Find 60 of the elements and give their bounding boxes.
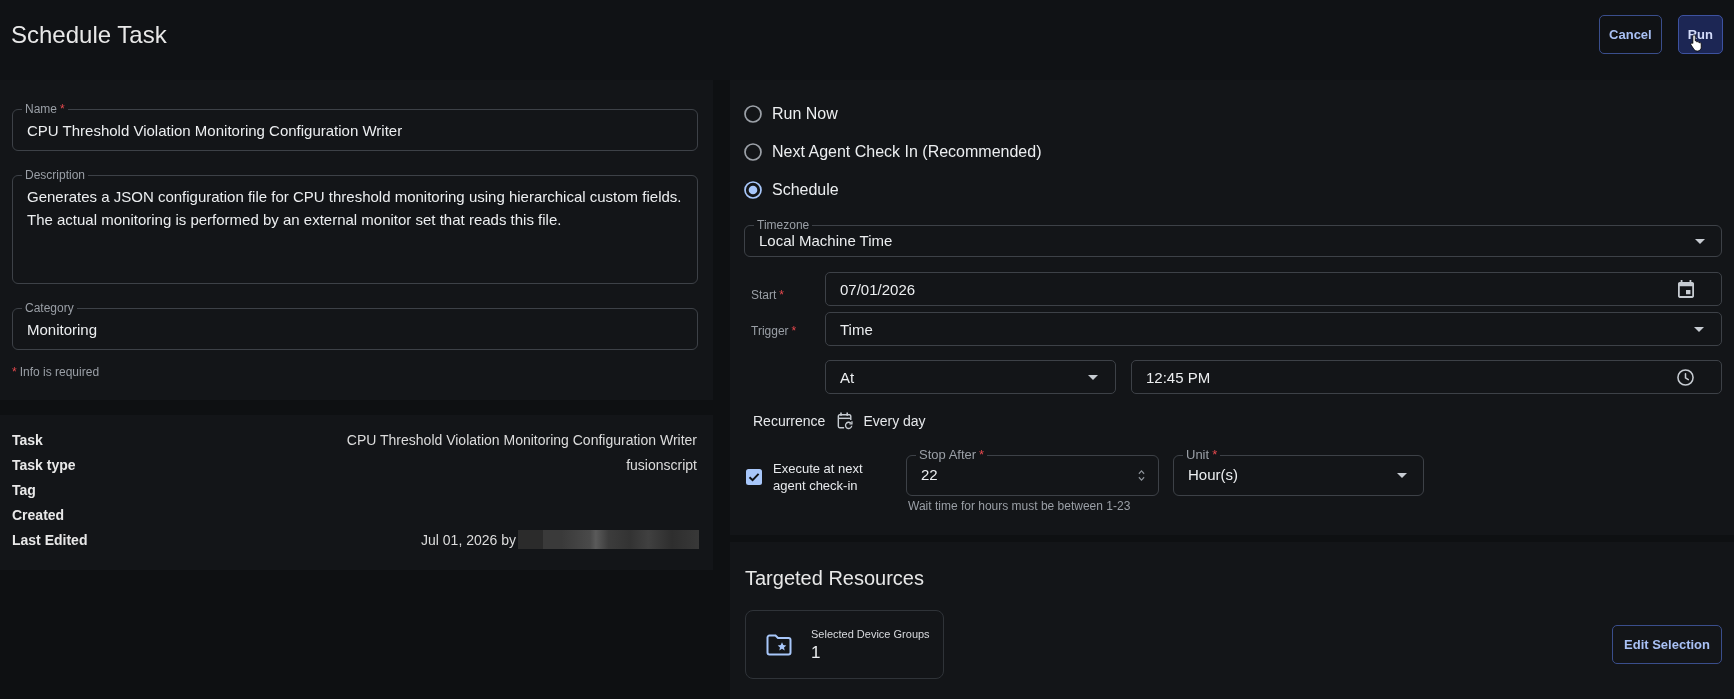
detail-label: Last Edited (12, 531, 88, 548)
field-label: Unit (1186, 447, 1210, 462)
required-mark: * (779, 288, 784, 302)
field-label: Trigger (751, 324, 789, 338)
radio-button[interactable] (744, 105, 762, 123)
radio-label[interactable]: Run Now (772, 105, 838, 123)
field-label: Stop After (919, 447, 977, 462)
timezone-dropdown[interactable]: Timezone Local Machine Time (744, 218, 1722, 257)
field-label: Category (25, 301, 74, 315)
required-mark: * (12, 364, 17, 380)
radio-label[interactable]: Schedule (772, 181, 839, 199)
calendar-refresh-icon (837, 412, 854, 430)
caret-icon (1397, 472, 1407, 478)
field-label: Description (25, 168, 86, 182)
folder-star-icon (766, 633, 792, 656)
recurrence-label: Recurrence (753, 413, 826, 429)
radio-button[interactable] (744, 181, 762, 199)
number-field[interactable]: Stop After * 22 (906, 448, 1159, 496)
section-title: Targeted Resources (745, 566, 925, 590)
date-field[interactable]: 07/01/2026 (825, 272, 1722, 306)
text-field[interactable]: Name * CPU Threshold Violation Monitoring Configuration Writer (12, 102, 698, 151)
detail-label: Created (12, 506, 65, 523)
helper-text: Wait time for hours must be between 1-23 (907, 499, 1132, 513)
checkbox[interactable] (746, 469, 762, 485)
resource-card[interactable]: Selected Device Groups 1 (745, 610, 944, 679)
textarea-field[interactable]: Description Generates a JSON configuration file for CPU threshold monitoring using hierarchical custom fields. The actual monitoring is performed by an external monitor set that reads this file. (12, 168, 698, 284)
outlined-button[interactable]: Cancel (1599, 15, 1662, 54)
trigger-dropdown[interactable]: Time (825, 312, 1722, 346)
calendar-icon[interactable] (1678, 280, 1694, 298)
card-label: Selected Device Groups (811, 626, 930, 641)
caret-icon (1694, 326, 1704, 332)
required-note: Info is required (19, 364, 100, 380)
detail-value: CPU Threshold Violation Monitoring Configuration Writer (346, 431, 697, 448)
mode-dropdown[interactable]: At (825, 360, 1116, 394)
field-label: Timezone (757, 218, 810, 232)
required-mark: * (60, 102, 65, 116)
time-field[interactable]: 12:45 PM (1131, 360, 1722, 394)
detail-value: fusionscript (626, 456, 697, 473)
radio-label[interactable]: Next Agent Check In (Recommended) (772, 143, 1042, 161)
checkbox-label[interactable]: Execute at next agent check-in (773, 460, 873, 494)
detail-label: Task (12, 431, 43, 448)
detail-label: Tag (12, 481, 36, 498)
required-mark: * (791, 324, 797, 338)
unit-dropdown[interactable]: Unit * Hour(s) (1173, 448, 1424, 496)
caret-icon (1695, 238, 1705, 244)
caret-icon (1088, 374, 1098, 380)
text-field[interactable]: Category Monitoring (12, 301, 698, 350)
detail-label: Task type (12, 456, 76, 473)
edit-selection-button[interactable]: Edit Selection (1612, 625, 1722, 664)
field-label: Start (751, 288, 777, 302)
card-count: 1 (811, 642, 822, 663)
clock-icon[interactable] (1677, 368, 1694, 386)
page-title: Schedule Task (11, 20, 167, 50)
detail-value: Jul 01, 2026 by (421, 531, 516, 548)
required-mark: * (979, 447, 985, 462)
field-label: Name (25, 102, 57, 116)
radio-button[interactable] (744, 143, 762, 161)
spinner-icon[interactable] (1138, 468, 1145, 482)
required-mark: * (1212, 447, 1218, 462)
recurrence-value: Every day (863, 413, 926, 429)
